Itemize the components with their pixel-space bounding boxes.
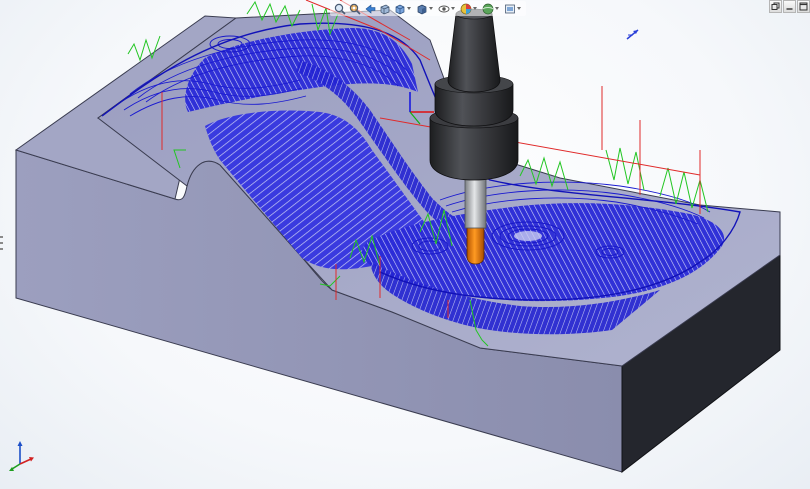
view-settings-icon[interactable] xyxy=(503,2,516,15)
hide-show-caret-icon[interactable] xyxy=(451,7,455,10)
reference-triad xyxy=(9,441,34,471)
restore-viewport-icon[interactable] xyxy=(769,0,782,13)
view-settings-caret-icon[interactable] xyxy=(517,7,521,10)
x-axis xyxy=(19,458,32,465)
heads-up-view-toolbar xyxy=(330,1,526,16)
graphics-area[interactable] xyxy=(0,0,810,489)
light-direction-icon xyxy=(626,29,639,40)
view-orientation-icon[interactable] xyxy=(393,2,406,15)
viewport-window-controls xyxy=(769,0,810,14)
apply-scene-caret-icon[interactable] xyxy=(495,7,499,10)
hide-show-items-icon[interactable] xyxy=(437,2,450,15)
view-orientation-caret-icon[interactable] xyxy=(407,7,411,10)
minimize-viewport-icon[interactable] xyxy=(783,0,796,13)
cam-3d-scene[interactable] xyxy=(0,0,810,489)
tool-flute xyxy=(466,225,485,265)
panel-expand-handle[interactable] xyxy=(0,236,4,250)
display-style-icon[interactable] xyxy=(415,2,428,15)
tool-shank xyxy=(464,175,487,229)
y-axis xyxy=(11,463,21,470)
zoom-area-icon[interactable] xyxy=(348,2,361,15)
display-style-caret-icon[interactable] xyxy=(429,7,433,10)
apply-scene-icon[interactable] xyxy=(481,2,494,15)
tool-holder-taper xyxy=(447,13,501,93)
edit-appearance-caret-icon[interactable] xyxy=(473,7,477,10)
previous-view-icon[interactable] xyxy=(363,2,376,15)
section-view-icon[interactable] xyxy=(378,2,391,15)
maximize-viewport-icon[interactable] xyxy=(797,0,810,13)
zoom-to-fit-icon[interactable] xyxy=(333,2,346,15)
edit-appearance-icon[interactable] xyxy=(459,2,472,15)
